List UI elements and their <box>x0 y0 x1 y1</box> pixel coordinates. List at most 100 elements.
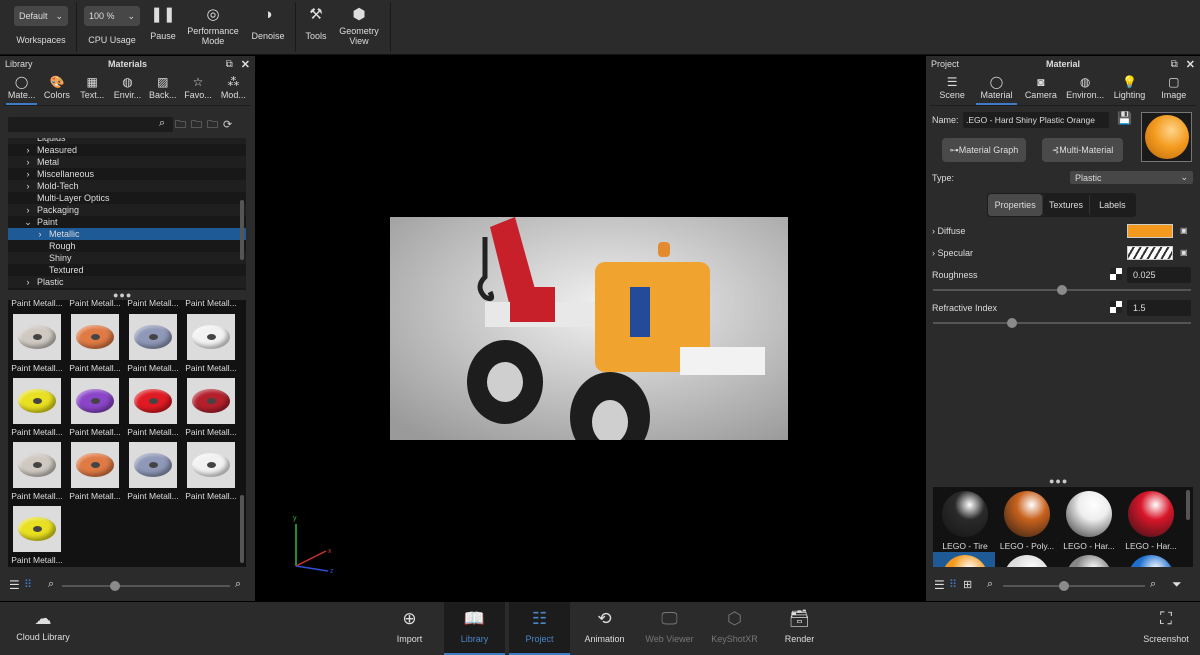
tree-item[interactable]: Shiny <box>8 252 246 264</box>
import-button[interactable]: ⊕ Import <box>379 602 440 655</box>
filter-icon[interactable]: ⏷ <box>1172 577 1182 592</box>
materials-scrollbar[interactable] <box>1186 490 1190 520</box>
tree-item[interactable]: › Plastic <box>8 276 246 288</box>
zoom-in-icon[interactable]: ⌕ <box>1150 578 1156 591</box>
tree-item[interactable]: › Metal <box>8 156 246 168</box>
scene-material[interactable]: LEGO - Tire <box>935 491 995 551</box>
tree-arrow-icon[interactable]: ⌄ <box>22 216 34 228</box>
undock-icon[interactable]: ⧉ <box>1171 59 1178 70</box>
close-icon[interactable]: ✕ <box>241 58 250 71</box>
roughness-slider[interactable] <box>933 285 1191 295</box>
subtab-properties[interactable]: Properties <box>988 194 1043 216</box>
refractive-index-slider[interactable] <box>933 318 1191 328</box>
render-button[interactable]: 🗃 Render <box>769 602 830 655</box>
material-thumbnail[interactable]: Paint Metall... <box>124 314 182 373</box>
tree-item[interactable]: Textured <box>8 264 246 276</box>
refractive-index-input[interactable]: 1.5 <box>1127 300 1191 316</box>
geometry-view-button[interactable]: ⬢ Geometry View <box>336 4 382 46</box>
material-thumbnail[interactable]: Paint Metall... <box>66 314 124 373</box>
tab-material[interactable]: ◯ Material <box>974 72 1018 105</box>
material-name-input[interactable]: .EGO - Hard Shiny Plastic Orange <box>963 112 1109 128</box>
close-icon[interactable]: ✕ <box>1186 58 1195 71</box>
tree-view-icon[interactable]: ⊞ <box>963 578 972 591</box>
tab-lighting[interactable]: 💡 Lighting <box>1107 72 1151 105</box>
thumbnail-size-slider[interactable] <box>1003 581 1145 591</box>
texture-map-icon[interactable] <box>1110 268 1122 280</box>
slider-knob[interactable] <box>1059 581 1069 591</box>
material-thumbnail[interactable]: Paint Metall... <box>66 378 124 437</box>
tree-item[interactable]: ⌄ Paint <box>8 216 246 228</box>
texture-link-icon[interactable]: ▣ <box>1180 226 1188 235</box>
grid-view-icon[interactable]: ⠿ <box>949 578 957 591</box>
cloud-library-button[interactable]: ☁ Cloud Library <box>12 602 74 655</box>
zoom-in-icon[interactable]: ⌕ <box>235 578 241 591</box>
tab-image[interactable]: ▢ Image <box>1152 72 1196 105</box>
tree-item[interactable]: › Measured <box>8 144 246 156</box>
tree-item[interactable]: › Miscellaneous <box>8 168 246 180</box>
tree-arrow-icon[interactable]: › <box>22 144 34 156</box>
material-thumbnail[interactable]: Paint Metall... <box>8 314 66 373</box>
tab-colors[interactable]: 🎨 Colors <box>39 72 74 105</box>
material-ball[interactable] <box>1128 555 1174 567</box>
tree-arrow-icon[interactable]: › <box>22 180 34 192</box>
list-view-icon[interactable]: ☰ <box>934 578 945 592</box>
folder-add-icon[interactable]: 🗀 <box>175 119 191 131</box>
subtab-textures[interactable]: Textures <box>1042 194 1088 216</box>
material-ball[interactable] <box>1004 555 1050 567</box>
zoom-out-icon[interactable]: ⌕ <box>48 578 54 591</box>
render-viewport[interactable]: y x z <box>256 56 925 601</box>
tab-environment[interactable]: ◍ Environ... <box>1063 72 1107 105</box>
tab-camera[interactable]: ◙ Camera <box>1019 72 1063 105</box>
keyshotxr-button[interactable]: ⬡ KeyShotXR <box>704 602 765 655</box>
diffuse-row[interactable]: › Diffuse <box>932 226 965 236</box>
tab-models[interactable]: ⁂ Mod... <box>216 72 251 105</box>
tab-materials[interactable]: ◯ Mate... <box>4 72 39 105</box>
tree-arrow-icon[interactable]: › <box>22 156 34 168</box>
texture-map-icon[interactable] <box>1110 301 1122 313</box>
tools-button[interactable]: ⚒ Tools <box>300 4 332 41</box>
screenshot-button[interactable]: ⛶ Screenshot <box>1135 602 1197 655</box>
tree-item[interactable]: › Metallic <box>8 228 246 240</box>
specular-row[interactable]: › Specular <box>932 248 973 258</box>
web-viewer-button[interactable]: 🖵 Web Viewer <box>639 602 700 655</box>
material-graph-button[interactable]: ⊶ Material Graph <box>942 138 1026 162</box>
tree-item[interactable]: Rough <box>8 240 246 252</box>
search-icon[interactable]: ⌕ <box>159 117 165 130</box>
slider-knob[interactable] <box>110 581 120 591</box>
material-thumbnail[interactable]: Paint Metall... <box>124 378 182 437</box>
refresh-icon[interactable]: ⟳ <box>223 119 237 131</box>
animation-button[interactable]: ⟲ Animation <box>574 602 635 655</box>
scene-material[interactable]: LEGO - Har... <box>1059 491 1119 551</box>
project-button[interactable]: ☷ Project <box>509 602 570 655</box>
tree-item[interactable]: › Mold-Tech <box>8 180 246 192</box>
material-thumbnail[interactable]: Paint Metall... <box>8 378 66 437</box>
cpu-usage-select[interactable]: 100 % ⌄ <box>84 6 140 26</box>
list-view-icon[interactable]: ☰ <box>9 578 20 592</box>
library-button[interactable]: 📖 Library <box>444 602 505 655</box>
tree-arrow-icon[interactable]: › <box>22 276 34 288</box>
tab-textures[interactable]: ▦ Text... <box>75 72 110 105</box>
tree-arrow-icon[interactable]: › <box>22 204 34 216</box>
slider-knob[interactable] <box>1057 285 1067 295</box>
tab-backplates[interactable]: ▨ Back... <box>145 72 180 105</box>
grid-scrollbar[interactable] <box>240 495 244 563</box>
material-thumbnail[interactable]: Paint Metall... <box>8 506 66 565</box>
denoise-button[interactable]: ◑ Denoise <box>248 4 288 41</box>
folder-import-icon[interactable]: 🗀 <box>191 119 207 131</box>
material-thumbnail[interactable]: Paint Metall... <box>124 442 182 501</box>
material-thumbnail[interactable]: Paint Metall... <box>66 442 124 501</box>
splitter-handle[interactable]: ●●● <box>1049 476 1068 486</box>
tab-environments[interactable]: ◍ Envir... <box>110 72 145 105</box>
pause-button[interactable]: ❚❚ Pause <box>146 4 180 41</box>
subtab-labels[interactable]: Labels <box>1088 194 1135 216</box>
grid-view-icon[interactable]: ⠿ <box>24 578 32 591</box>
roughness-input[interactable]: 0.025 <box>1127 267 1191 283</box>
diffuse-color-swatch[interactable] <box>1127 224 1173 238</box>
type-select[interactable]: Plastic ⌄ <box>1070 171 1193 184</box>
material-thumbnail[interactable]: Paint Metall... <box>182 378 240 437</box>
workspace-select[interactable]: Default ⌄ <box>14 6 68 26</box>
undock-icon[interactable]: ⧉ <box>226 59 233 70</box>
material-thumbnail[interactable]: Paint Metall... <box>182 314 240 373</box>
tree-scrollbar[interactable] <box>240 200 244 260</box>
thumbnail-size-slider[interactable] <box>62 581 230 591</box>
